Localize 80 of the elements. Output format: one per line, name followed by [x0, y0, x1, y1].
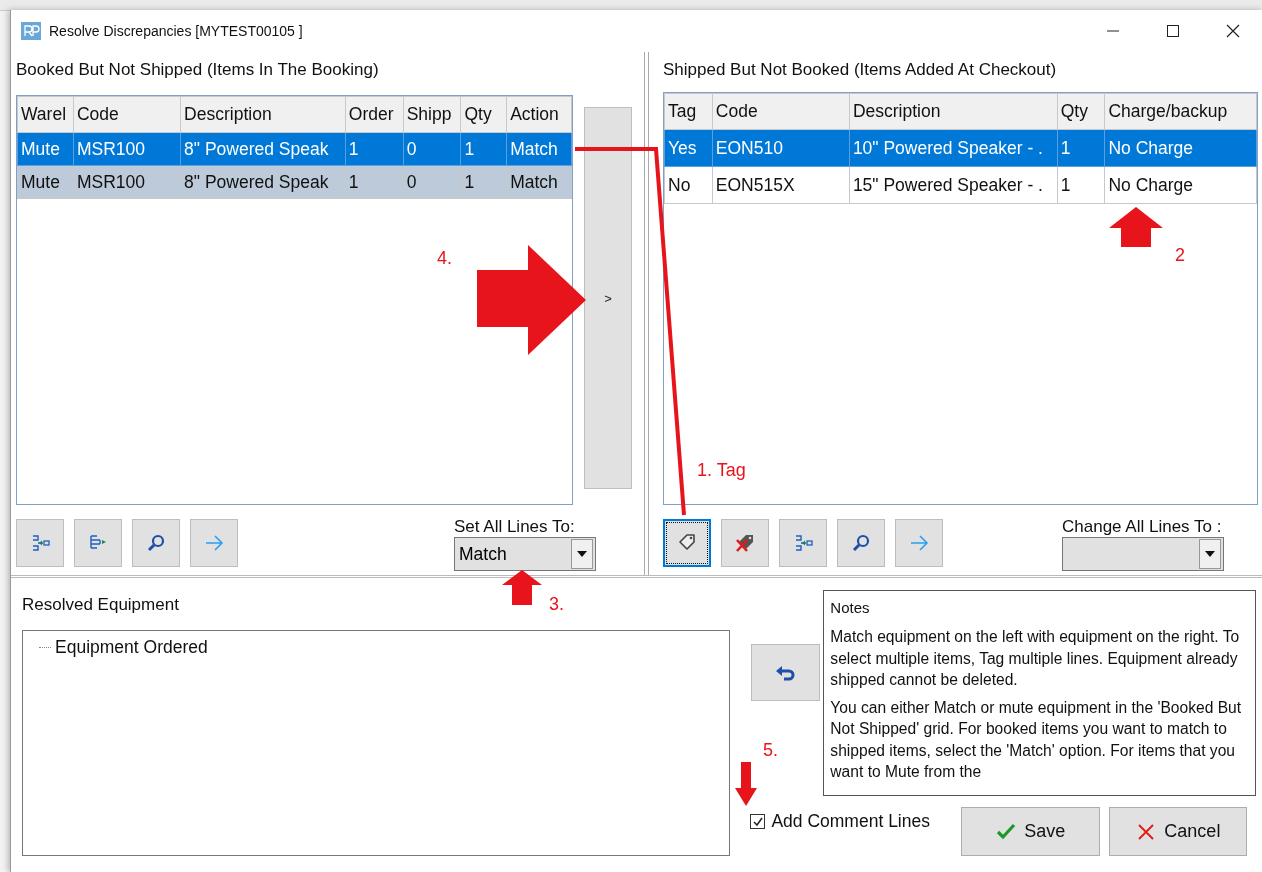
panel-title: Shipped But Not Booked (Items Added At Checkout) — [663, 60, 1058, 81]
table-cell: 1 — [460, 165, 507, 199]
arrow-icon — [909, 533, 929, 553]
table-cell: 15" Powered Speaker - . — [849, 166, 1058, 204]
column-header[interactable]: Action — [506, 96, 572, 133]
annotation-label: 5. — [763, 740, 778, 761]
close-icon — [1226, 24, 1240, 38]
undo-icon — [774, 663, 797, 682]
column-header[interactable]: Tag — [664, 93, 713, 130]
table-cell: MSR100 — [73, 165, 181, 199]
table-cell: 8" Powered Speak — [180, 132, 346, 166]
action-dropdown[interactable]: Match — [454, 537, 596, 571]
table-cell: 1 — [1057, 129, 1105, 167]
arrow-drawing — [502, 570, 542, 605]
charge-dropdown[interactable] — [1062, 537, 1224, 571]
panel-title: Booked But Not Shipped (Items In The Booking) — [16, 60, 380, 81]
app-icon — [21, 22, 41, 40]
set-all-label: Set All Lines To: — [454, 517, 576, 537]
maximize-icon — [1166, 24, 1180, 38]
notes-paragraph: Match equipment on the left with equipment on the right. To select multiple items, Tag multiple lines. Equipment already shipped cannot be deleted. — [830, 627, 1241, 690]
undo-button[interactable] — [751, 644, 821, 701]
table-cell: Yes — [664, 129, 713, 167]
column-header[interactable]: Code — [712, 93, 850, 130]
table-cell: No Charge — [1104, 166, 1257, 204]
tree-connector — [39, 647, 51, 648]
notes-paragraph: You can either Match or mute equipment in the 'Booked But Not Shipped' grid. For booked items you want to match to shipped items, select the 'Match' option. For items that you want to Mute from the — [830, 697, 1243, 782]
arrow-icon — [204, 533, 224, 553]
collapse-icon — [30, 533, 50, 553]
table-cell: Mute — [17, 165, 74, 199]
change-all-label: Change All Lines To : — [1062, 517, 1223, 537]
arrow-drawing — [735, 762, 757, 806]
table-cell: 10" Powered Speaker - . — [849, 129, 1058, 167]
table-cell: EON515X — [712, 166, 850, 204]
search-icon — [851, 533, 871, 553]
collapse-icon — [793, 533, 813, 553]
column-header[interactable]: Qty — [460, 96, 507, 133]
annotation-label: 1. Tag — [697, 460, 746, 481]
table-cell: No — [664, 166, 713, 204]
save-button[interactable]: Save — [961, 807, 1101, 856]
table-cell: 0 — [403, 165, 461, 199]
untag-icon — [735, 533, 755, 553]
table-cell: 0 — [403, 132, 461, 166]
annotation-label: 2 — [1175, 245, 1185, 266]
column-header[interactable]: Code — [73, 96, 181, 133]
search-icon — [146, 533, 166, 553]
table-cell: No Charge — [1104, 129, 1257, 167]
column-header[interactable]: Warel — [17, 96, 74, 133]
dropdown-arrow-icon — [577, 551, 587, 557]
tag-icon — [677, 533, 697, 553]
notes-title: Notes — [830, 599, 871, 616]
column-header[interactable]: Description — [180, 96, 346, 133]
tree-item[interactable]: Equipment Ordered — [55, 637, 208, 658]
column-header[interactable]: Charge/backup — [1104, 93, 1257, 130]
table-cell: Mute — [17, 132, 74, 166]
table-cell: EON510 — [712, 129, 850, 167]
table-cell: 1 — [345, 132, 404, 166]
cancel-button[interactable]: Cancel — [1109, 807, 1248, 856]
checkmark-icon — [751, 815, 764, 828]
annotation-label: 3. — [549, 594, 564, 615]
dropdown-arrow-icon — [1205, 551, 1215, 557]
check-icon — [996, 821, 1017, 842]
table-cell: 1 — [345, 165, 404, 199]
table-cell: Match — [506, 132, 572, 166]
move-button[interactable]: > — [584, 107, 632, 489]
window-title: Resolve Discrepancies [MYTEST00105 ] — [49, 23, 304, 39]
table-cell: MSR100 — [73, 132, 181, 166]
column-header[interactable]: Qty — [1057, 93, 1105, 130]
close-icon — [1136, 821, 1157, 842]
annotation-label: 4. — [437, 248, 452, 269]
add-comment-checkbox[interactable]: Add Comment Lines — [750, 811, 930, 832]
column-header[interactable]: Shipp — [403, 96, 461, 133]
table-cell: Match — [506, 165, 572, 199]
table-cell: 8" Powered Speak — [180, 165, 346, 199]
section-title: Resolved Equipment — [22, 595, 179, 615]
table-cell: 1 — [460, 132, 507, 166]
column-header[interactable]: Order — [345, 96, 404, 133]
arrow-drawing — [1109, 207, 1163, 247]
column-header[interactable]: Description — [849, 93, 1058, 130]
toolbar-button[interactable] — [663, 519, 711, 567]
table-cell: 1 — [1057, 166, 1105, 204]
